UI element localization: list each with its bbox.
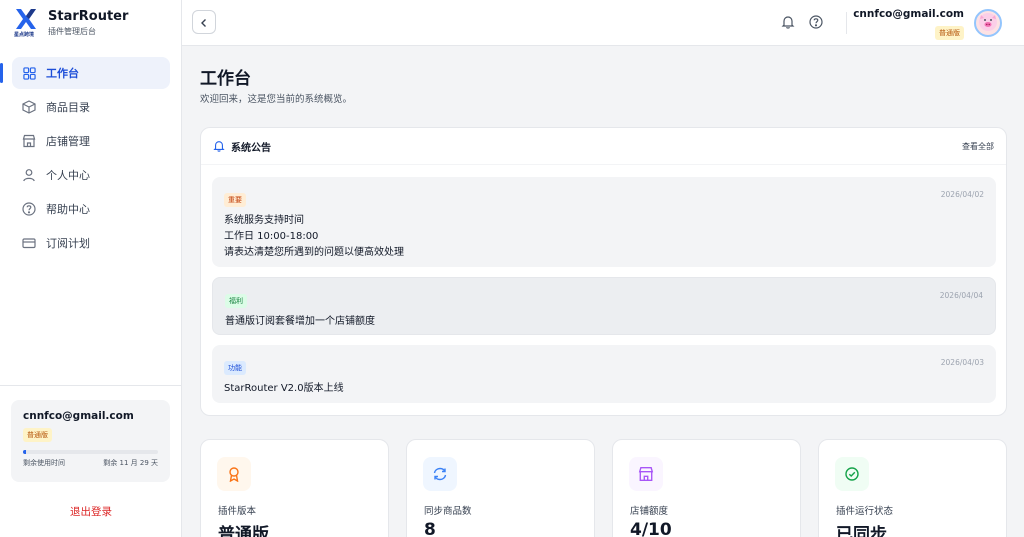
avatar[interactable]: [974, 9, 1002, 37]
sidebar-nav: 工作台 商品目录 店铺管理 个人中心 帮助中心 订阅计划: [0, 57, 170, 261]
chevron-left-icon: [199, 13, 209, 32]
brand-title: StarRouter: [48, 9, 129, 24]
announcement-text: 系统服务支持时间: [224, 215, 304, 226]
store-icon: [629, 457, 663, 491]
stat-value: 8: [424, 520, 436, 537]
view-all-link[interactable]: 查看全部: [962, 141, 994, 152]
stat-label: 同步商品数: [424, 506, 472, 517]
help-button[interactable]: [808, 14, 824, 33]
announcement-item[interactable]: 福利 2026/04/04 普通版订阅套餐增加一个店铺额度: [212, 277, 996, 335]
card-icon: [22, 236, 36, 250]
bell-icon: [213, 137, 225, 156]
logo-subtext: 星点跨境: [14, 32, 35, 38]
check-circle-icon: [835, 457, 869, 491]
announcement-date: 2026/04/03: [940, 358, 984, 367]
announcement-tag: 重要: [224, 193, 246, 207]
sidebar-item-catalog[interactable]: 商品目录: [12, 91, 170, 123]
announcement-text: 工作日 10:00-18:00: [224, 231, 319, 242]
sidebar-item-label: 个人中心: [46, 169, 90, 182]
remaining-value: 剩余 11 月 29 天: [103, 459, 158, 467]
announcements-title: 系统公告: [231, 142, 271, 154]
user-card: cnnfco@gmail.com 普通版 剩余使用时间 剩余 11 月 29 天: [11, 400, 170, 482]
stat-value: 已同步: [836, 525, 887, 537]
announcement-date: 2026/04/04: [939, 291, 983, 300]
sidebar-item-subscription[interactable]: 订阅计划: [12, 227, 170, 259]
stat-card-store-quota: 店铺额度 4/10: [612, 439, 801, 537]
sidebar: 星点跨境 StarRouter 插件管理后台 工作台 商品目录 店铺管理 个人中…: [0, 0, 182, 537]
sidebar-item-label: 帮助中心: [46, 203, 90, 216]
stat-value: 普通版: [218, 525, 269, 537]
user-icon: [22, 168, 36, 182]
announcement-tag: 功能: [224, 361, 246, 375]
pig-avatar-icon: [976, 11, 1000, 35]
sidebar-item-label: 商品目录: [46, 101, 90, 114]
collapse-sidebar-button[interactable]: [192, 10, 216, 34]
remaining-label: 剩余使用时间: [23, 459, 65, 467]
sidebar-item-stores[interactable]: 店铺管理: [12, 125, 170, 157]
help-icon: [22, 202, 36, 216]
sidebar-item-label: 店铺管理: [46, 135, 90, 148]
header-plan-badge: 普通版: [935, 26, 964, 40]
refresh-icon: [423, 457, 457, 491]
logout-button[interactable]: 退出登录: [0, 504, 182, 519]
stat-card-synced-products: 同步商品数 8: [406, 439, 595, 537]
page-subtitle: 欢迎回来，这是您当前的系统概览。: [200, 94, 353, 105]
stat-card-plugin-status: 插件运行状态 已同步: [818, 439, 1007, 537]
brand[interactable]: 星点跨境 StarRouter 插件管理后台: [14, 8, 128, 38]
announcement-text: 普通版订阅套餐增加一个店铺额度: [225, 316, 375, 327]
box-icon: [22, 100, 36, 114]
store-icon: [22, 134, 36, 148]
header-email: cnnfco@gmail.com: [853, 8, 964, 20]
header-user[interactable]: cnnfco@gmail.com 普通版: [853, 8, 964, 40]
dashboard-icon: [22, 66, 36, 80]
help-icon: [809, 14, 823, 33]
user-email: cnnfco@gmail.com: [23, 410, 134, 422]
award-icon: [217, 457, 251, 491]
subscription-progress-fill: [23, 450, 26, 454]
announcements-card: 系统公告 查看全部 重要 2026/04/02 系统服务支持时间 工作日 10:…: [200, 127, 1007, 416]
sidebar-item-label: 订阅计划: [46, 237, 90, 250]
brand-subtitle: 插件管理后台: [48, 27, 96, 36]
announcement-text: StarRouter V2.0版本上线: [224, 383, 344, 394]
sidebar-item-help[interactable]: 帮助中心: [12, 193, 170, 225]
announcement-item[interactable]: 功能 2026/04/03 StarRouter V2.0版本上线: [212, 345, 996, 403]
logo-icon: 星点跨境: [14, 8, 40, 38]
header-divider: [846, 12, 847, 34]
sidebar-item-profile[interactable]: 个人中心: [12, 159, 170, 191]
stat-card-plugin-version: 插件版本 普通版: [200, 439, 389, 537]
notifications-button[interactable]: [780, 15, 796, 31]
stat-label: 插件版本: [218, 506, 257, 517]
stat-value: 4/10: [630, 520, 672, 537]
announcement-text: 请表达清楚您所遇到的问题以便高效处理: [224, 247, 404, 258]
sidebar-footer: cnnfco@gmail.com 普通版 剩余使用时间 剩余 11 月 29 天…: [0, 385, 182, 537]
stat-label: 店铺额度: [630, 506, 669, 517]
announcement-item[interactable]: 重要 2026/04/02 系统服务支持时间 工作日 10:00-18:00 请…: [212, 177, 996, 267]
sidebar-item-label: 工作台: [46, 67, 79, 80]
announcement-tag: 福利: [225, 294, 247, 308]
bell-icon: [781, 14, 795, 33]
page-title: 工作台: [200, 69, 251, 89]
top-header: cnnfco@gmail.com 普通版: [182, 0, 1024, 46]
subscription-progress: [23, 450, 158, 454]
plan-badge: 普通版: [23, 428, 52, 442]
stat-label: 插件运行状态: [836, 506, 894, 517]
announcement-date: 2026/04/02: [940, 190, 984, 199]
sidebar-item-dashboard[interactable]: 工作台: [0, 57, 170, 89]
